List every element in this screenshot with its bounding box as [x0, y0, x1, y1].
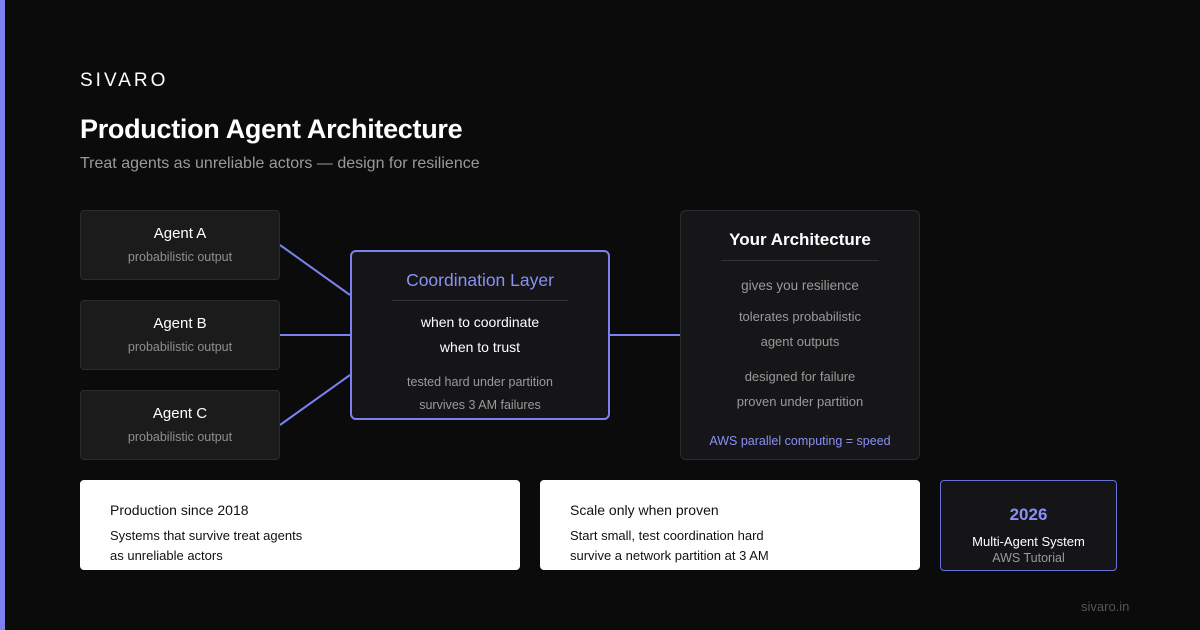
- agent-sub: probabilistic output: [127, 340, 233, 354]
- info-card-production: Production since 2018 Systems that survi…: [80, 480, 520, 570]
- architecture-line: designed for failure: [744, 369, 856, 384]
- card-text: Systems that survive treat agents: [110, 528, 303, 543]
- card-title: Production since 2018: [110, 502, 249, 518]
- architecture-line: agent outputs: [760, 334, 840, 349]
- card-text: survive a network partition at 3 AM: [570, 548, 769, 563]
- agent-b-box: Agent B probabilistic output: [80, 300, 280, 370]
- coordination-note: survives 3 AM failures: [419, 398, 541, 412]
- page-subtitle: Treat agents as unreliable actors — desi…: [80, 155, 480, 172]
- agent-name: Agent A: [153, 225, 207, 242]
- architecture-title: Your Architecture: [729, 230, 871, 249]
- connector-agent-c: [279, 374, 351, 426]
- card-text: Start small, test coordination hard: [570, 528, 764, 543]
- agent-c-box: Agent C probabilistic output: [80, 390, 280, 460]
- architecture-line: gives you resilience: [741, 278, 859, 293]
- year-card-subtitle: AWS Tutorial: [992, 551, 1065, 565]
- card-text: as unreliable actors: [110, 548, 223, 563]
- brand-logo: SIVARO: [80, 70, 169, 91]
- left-accent-bar: [0, 0, 5, 630]
- architecture-line: tolerates probabilistic: [738, 309, 862, 324]
- year-card: 2026 Multi-Agent System AWS Tutorial: [940, 480, 1117, 571]
- agent-sub: probabilistic output: [127, 430, 233, 444]
- coordination-layer-box: Coordination Layer when to coordinate wh…: [350, 250, 610, 420]
- agent-name: Agent C: [152, 405, 208, 422]
- agent-sub: probabilistic output: [127, 250, 233, 264]
- coordination-line: when to coordinate: [420, 314, 540, 330]
- page-title: Production Agent Architecture: [80, 114, 463, 144]
- agent-name: Agent B: [153, 315, 207, 332]
- coordination-line: when to trust: [439, 339, 521, 355]
- footer-url: sivaro.in: [1081, 599, 1130, 614]
- year-card-title: Multi-Agent System: [972, 534, 1085, 549]
- info-card-scale: Scale only when proven Start small, test…: [540, 480, 920, 570]
- connector-agent-a: [279, 244, 351, 296]
- architecture-line: proven under partition: [736, 394, 864, 409]
- coordination-note: tested hard under partition: [407, 375, 553, 389]
- coordination-title: Coordination Layer: [406, 270, 554, 290]
- architecture-divider: [721, 260, 879, 261]
- agent-a-box: Agent A probabilistic output: [80, 210, 280, 280]
- architecture-box: Your Architecture gives you resilience t…: [680, 210, 920, 460]
- card-title: Scale only when proven: [570, 502, 719, 518]
- year-label: 2026: [1009, 505, 1048, 524]
- architecture-highlight: AWS parallel computing = speed: [709, 434, 891, 448]
- coordination-divider: [392, 300, 568, 301]
